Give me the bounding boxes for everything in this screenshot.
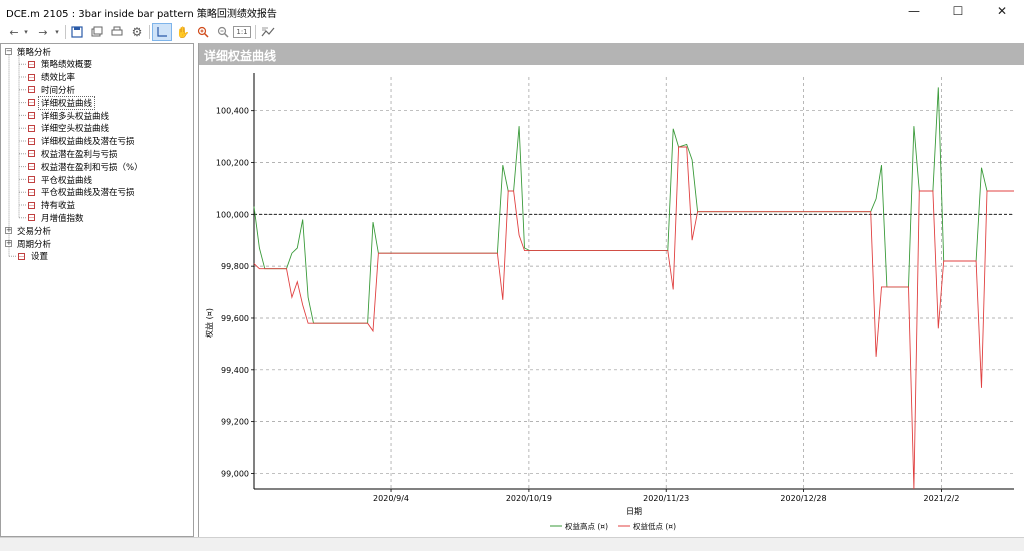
tree-item-label: 详细多头权益曲线 [41,111,110,122]
report-page-icon [28,60,35,68]
zoom-in-icon[interactable] [193,23,213,41]
report-page-icon [18,252,25,260]
tree-item-label: 平仓权益曲线 [41,175,93,186]
y-tick-label: 100,000 [216,210,249,219]
tree-item[interactable]: 详细权益曲线 [28,95,96,110]
x-tick-label: 2020/10/19 [506,494,552,503]
navigation-tree: − 策略分析策略绩效概要 绩效比率 时间分析 详细权益曲线 详细多头权益曲线 详细空头权益曲… [0,43,194,537]
y-tick-label: 99,600 [221,314,249,323]
save-icon[interactable] [67,23,87,41]
report-page-icon [28,99,35,107]
forward-icon[interactable]: → [33,23,53,41]
legend-label: 权益高点 (¤) [565,521,608,531]
report-page-icon [28,201,35,209]
report-page-icon [28,150,35,158]
tree-item-label: 周期分析 [17,239,52,250]
tree-item-settings[interactable]: 设置 [18,250,50,263]
status-bar [0,537,1024,551]
report-page-icon [28,86,35,94]
y-axis-label: 权益 (¤) [204,308,214,338]
tree-item-label: 策略绩效概要 [41,60,93,71]
tree-item-label: 交易分析 [17,226,52,237]
x-axis-label: 日期 [626,507,642,516]
zoom-reset-icon[interactable]: 1:1 [233,26,251,38]
tree-item[interactable]: 权益潜在盈利和亏损（%） [28,160,145,173]
tree-item[interactable]: 时间分析 [28,83,77,96]
tree-item-label: 详细权益曲线及潜在亏损 [41,137,135,148]
series-line-0 [253,87,1014,324]
tree-group[interactable]: + 交易分析 [5,224,53,237]
tree-item-label: 月增值指数 [41,213,84,224]
tree-item[interactable]: 详细权益曲线及潜在亏损 [28,135,137,148]
x-tick-label: 2020/9/4 [373,494,409,503]
y-tick-label: 99,000 [221,469,249,478]
tree-item[interactable]: 月增值指数 [28,211,86,224]
print-icon[interactable] [107,23,127,41]
legend-label: 权益低点 (¤) [633,521,676,531]
report-page-icon [28,188,35,196]
tree-item-label: 绩效比率 [41,73,76,84]
tree-item[interactable]: 平仓权益曲线及潜在亏损 [28,186,137,199]
tree-item[interactable]: 绩效比率 [28,71,77,84]
tree-item-label: 详细空头权益曲线 [41,124,110,135]
tree-item-label: 权益潜在盈利与亏损 [41,149,118,160]
maximize-button[interactable]: ☐ [936,0,980,22]
tree-group[interactable]: + 周期分析 [5,237,53,250]
pan-icon[interactable]: ✋ [173,23,193,41]
tree-item[interactable]: 详细空头权益曲线 [28,122,111,135]
report-page-icon [28,124,35,132]
tree-item[interactable]: 策略绩效概要 [28,58,94,71]
tree-item[interactable]: 平仓权益曲线 [28,173,94,186]
settings-icon[interactable]: ⚙ [127,23,147,41]
toolbar-separator [149,25,150,39]
tree-item[interactable]: 持有收益 [28,199,77,212]
close-button[interactable]: ✕ [980,0,1024,22]
chart-export-icon[interactable] [258,23,278,41]
x-tick-label: 2020/11/23 [643,494,689,503]
title-bar: DCE.m 2105 : 3bar inside bar pattern 策略回… [0,0,1024,22]
window-title: DCE.m 2105 : 3bar inside bar pattern 策略回… [6,9,277,20]
report-page-icon [28,176,35,183]
x-tick-label: 2021/2/2 [924,494,960,503]
toolbar: ← ▾ → ▾ ⚙ ✋ 1:1 [0,22,1024,42]
expand-icon[interactable]: + [5,227,12,235]
dropdown-icon[interactable]: ▾ [51,23,63,41]
report-page-icon [28,163,35,171]
expand-icon[interactable]: + [5,240,12,247]
crosshair-icon[interactable] [152,23,172,41]
tree-item-label: 策略分析 [17,47,52,58]
y-tick-label: 99,200 [221,418,249,427]
minimize-button[interactable]: — [892,0,936,22]
y-tick-label: 100,200 [216,159,249,168]
x-tick-label: 2020/12/28 [780,494,826,503]
report-page-icon [28,137,35,145]
tree-item[interactable]: 详细多头权益曲线 [28,109,111,122]
report-page-icon [28,112,35,119]
collapse-icon[interactable]: − [5,48,12,55]
tree-item-label: 设置 [31,252,49,263]
y-tick-label: 99,400 [221,366,249,375]
tree-item-label: 持有收益 [41,201,76,212]
y-tick-label: 99,800 [221,262,249,271]
tree-item-label: 平仓权益曲线及潜在亏损 [41,188,135,199]
tree-item[interactable]: 权益潜在盈利与亏损 [28,147,120,160]
toolbar-separator [65,25,66,39]
equity-chart[interactable]: 99,000 99,200 99,400 99,600 99,800 100,000 100… [198,43,1024,537]
tree-item-label: 详细权益曲线 [37,95,96,110]
report-page-icon [28,214,35,222]
zoom-out-icon[interactable] [213,23,233,41]
tree-item-label: 时间分析 [41,85,76,96]
toolbar-separator [255,25,256,39]
copy-icon[interactable] [87,23,107,41]
y-tick-label: 100,400 [216,107,249,116]
tree-group[interactable]: − 策略分析 [5,45,53,58]
dropdown-icon[interactable]: ▾ [20,23,32,41]
report-page-icon [28,73,35,81]
tree-item-label: 权益潜在盈利和亏损（%） [41,162,143,173]
